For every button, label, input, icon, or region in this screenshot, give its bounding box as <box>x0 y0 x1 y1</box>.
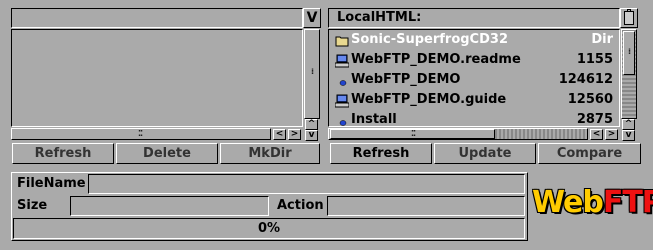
file-list-item[interactable]: Sonic-SuperfrogCD32 Dir0 <box>335 30 619 50</box>
left-delete-button[interactable]: Delete <box>116 143 218 164</box>
progress-text: 0% <box>257 221 281 236</box>
progress-bar: 0% <box>13 218 525 239</box>
left-scroll-up-button[interactable]: ^ <box>305 119 318 130</box>
file-list-item[interactable]: Install 28752 <box>335 110 619 127</box>
left-scroll-right-button[interactable]: > <box>288 129 301 140</box>
file-size: 2875 <box>576 112 613 127</box>
left-file-list[interactable] <box>11 29 303 127</box>
file-name: Install <box>351 112 397 127</box>
file-date: 0 <box>613 30 619 50</box>
computer-icon <box>335 50 351 70</box>
program-icon <box>335 110 351 126</box>
folder-icon <box>335 30 351 50</box>
webftp-logo: WebFTP <box>532 186 653 220</box>
right-vertical-scrollbar[interactable]: ⁞ <box>621 29 637 119</box>
left-horizontal-scrollbar[interactable]: ⁚⁚ <box>11 128 271 140</box>
left-path-dropdown-button[interactable]: V <box>303 8 321 28</box>
right-vertical-scroll-thumb[interactable]: ⁞ <box>623 31 635 75</box>
logo-web-text: Web <box>532 185 604 220</box>
computer-icon <box>335 90 351 110</box>
left-path-field[interactable] <box>11 8 303 28</box>
program-icon <box>335 70 351 90</box>
scroll-grip-icon: ⁞ <box>627 47 631 56</box>
file-date: 1 <box>613 90 619 110</box>
file-name: WebFTP_DEMO.readme <box>351 52 521 67</box>
right-path-drawer-button[interactable] <box>620 8 638 28</box>
file-size: Dir <box>591 32 613 47</box>
size-label: Size <box>17 198 48 213</box>
scroll-grip-icon: ⁚⁚ <box>137 129 143 138</box>
right-scroll-right-button[interactable]: > <box>605 129 618 140</box>
right-horizontal-scrollbar[interactable]: ⁚⁚ <box>328 128 588 140</box>
action-field <box>327 196 525 216</box>
file-list-item[interactable]: WebFTP_DEMO.readme 11551 <box>335 50 619 70</box>
file-date: 2 <box>613 110 619 126</box>
file-name: WebFTP_DEMO.guide <box>351 92 507 107</box>
right-path-text: LocalHTML: <box>337 10 422 25</box>
right-update-button[interactable]: Update <box>434 143 536 164</box>
file-name: WebFTP_DEMO <box>351 72 461 87</box>
drawer-icon <box>624 9 634 25</box>
file-list-item[interactable]: WebFTP_DEMO.guide 125601 <box>335 90 619 110</box>
right-compare-button[interactable]: Compare <box>538 143 641 164</box>
right-horizontal-scroll-thumb[interactable]: ⁚⁚ <box>330 129 495 139</box>
action-label: Action <box>277 198 324 213</box>
left-scroll-down-button[interactable]: v <box>305 130 318 141</box>
file-size: 12560 <box>567 92 613 107</box>
file-list-item[interactable]: WebFTP_DEMO 1246121 <box>335 70 619 90</box>
right-path-field[interactable]: LocalHTML: <box>328 8 620 28</box>
left-scroll-left-button[interactable]: < <box>273 129 286 140</box>
file-name: Sonic-SuperfrogCD32 <box>351 32 508 47</box>
filename-field <box>88 174 525 194</box>
size-field <box>70 196 269 216</box>
left-refresh-button[interactable]: Refresh <box>12 143 114 164</box>
logo-ftp-text: FTP <box>602 185 653 220</box>
scroll-grip-icon: ⁞ <box>310 67 314 76</box>
right-refresh-button[interactable]: Refresh <box>330 143 432 164</box>
left-vertical-scrollbar[interactable]: ⁞ <box>304 29 320 119</box>
right-scroll-left-button[interactable]: < <box>590 129 603 140</box>
left-mkdir-button[interactable]: MkDir <box>220 143 320 164</box>
right-scroll-up-button[interactable]: ^ <box>622 119 635 130</box>
right-file-list[interactable]: Sonic-SuperfrogCD32Dir0WebFTP_DEMO.readm… <box>328 29 620 127</box>
file-size: 124612 <box>558 72 613 87</box>
file-date: 1 <box>613 50 619 70</box>
right-scroll-down-button[interactable]: v <box>622 130 635 141</box>
file-size: 1155 <box>576 52 613 67</box>
scroll-grip-icon: ⁚⁚ <box>410 129 416 138</box>
filename-label: FileName <box>17 176 86 191</box>
file-date: 1 <box>613 70 619 90</box>
